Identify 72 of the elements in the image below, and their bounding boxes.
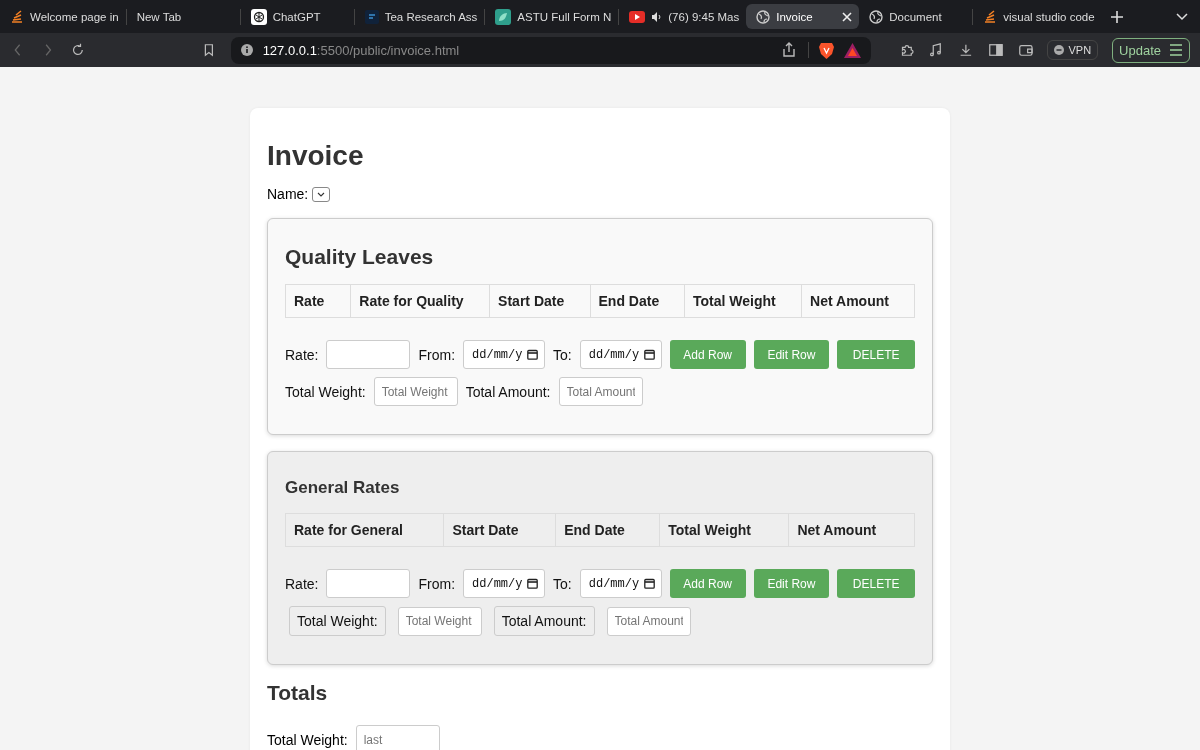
field-label: Total Weight: bbox=[289, 606, 386, 636]
field-label: Rate: bbox=[285, 575, 319, 592]
column-header: Start Date bbox=[443, 513, 557, 547]
browser-tab[interactable]: ChatGPT bbox=[240, 4, 354, 29]
column-header: End Date bbox=[555, 513, 661, 547]
chevron-icon bbox=[317, 191, 326, 197]
rate-field[interactable] bbox=[326, 340, 411, 369]
name-dropdown[interactable] bbox=[312, 186, 331, 202]
globe-icon bbox=[869, 9, 884, 24]
totals-field[interactable]: last bbox=[355, 725, 440, 750]
leaf-icon bbox=[495, 8, 512, 25]
weight-field[interactable]: Total Weight bbox=[373, 377, 458, 406]
calendar-icon[interactable] bbox=[643, 349, 655, 360]
field-label: Total Amount: bbox=[465, 383, 551, 400]
date-field[interactable]: dd/mm/y bbox=[579, 340, 662, 369]
globe-icon bbox=[756, 9, 771, 24]
column-header: Net Amount bbox=[788, 513, 915, 547]
knot-icon bbox=[250, 8, 267, 25]
info-icon[interactable] bbox=[240, 44, 253, 56]
calendar-icon[interactable] bbox=[527, 349, 539, 360]
video-icon bbox=[629, 10, 646, 23]
close-icon[interactable] bbox=[842, 11, 853, 22]
url-text: 127.0.0.1:5500/public/invoice.html bbox=[262, 42, 460, 58]
rate-field[interactable] bbox=[326, 569, 411, 598]
field-label: Total Weight: bbox=[285, 383, 366, 400]
date-field[interactable]: dd/mm/y bbox=[463, 340, 546, 369]
weight-field[interactable]: Total Weight bbox=[397, 606, 482, 636]
column-header: Rate for General bbox=[285, 513, 445, 547]
browser-tab[interactable]: ASTU Full Form N bbox=[485, 4, 619, 29]
browser-tab[interactable]: visual studio code bbox=[973, 4, 1102, 29]
column-header: Total Weight bbox=[684, 284, 803, 318]
section-title: General Rates bbox=[285, 478, 401, 498]
column-header: Start Date bbox=[489, 284, 591, 318]
column-header: Net Amount bbox=[801, 284, 915, 318]
field-label: To: bbox=[553, 346, 572, 363]
page-title: Invoice bbox=[267, 140, 365, 172]
field-label: Total Amount: bbox=[493, 606, 595, 636]
column-header: End Date bbox=[589, 284, 686, 318]
sidebar-icon[interactable] bbox=[987, 41, 1004, 59]
minus-circle-icon bbox=[1054, 45, 1065, 55]
stack-icon bbox=[10, 9, 24, 24]
browser-tab[interactable]: Invoice bbox=[746, 4, 860, 29]
field-label: Name: bbox=[267, 186, 309, 202]
column-header: Rate for Quality bbox=[350, 284, 491, 318]
square-icon bbox=[364, 9, 379, 24]
calendar-icon[interactable] bbox=[643, 578, 655, 589]
field-label: From: bbox=[418, 346, 456, 363]
update-button[interactable]: Update bbox=[1112, 37, 1190, 63]
browser-tab[interactable]: (76) 9:45 Mas bbox=[619, 4, 747, 29]
column-header: Total Weight bbox=[659, 513, 790, 547]
field-label: To: bbox=[553, 575, 572, 592]
field-label: Rate: bbox=[285, 346, 319, 363]
browser-tab[interactable]: New Tab bbox=[126, 4, 240, 29]
calendar-icon[interactable] bbox=[527, 578, 539, 589]
browser-tab[interactable]: Tea Research Ass bbox=[354, 4, 485, 29]
triangle-icon[interactable] bbox=[843, 42, 861, 58]
date-field[interactable]: dd/mm/y bbox=[463, 569, 546, 598]
browser-tab[interactable]: Document bbox=[859, 4, 973, 29]
date-field[interactable]: dd/mm/y bbox=[579, 569, 662, 598]
address-bar[interactable]: 127.0.0.1:5500/public/invoice.html bbox=[230, 36, 871, 64]
stack-icon bbox=[983, 9, 998, 24]
totals-title: Totals bbox=[267, 681, 329, 705]
speaker-icon bbox=[651, 11, 663, 22]
column-header: Rate bbox=[285, 284, 352, 318]
browser-tab[interactable]: Welcome page in bbox=[0, 4, 126, 29]
new-tab-icon[interactable] bbox=[1109, 9, 1124, 24]
vpn-button[interactable]: VPN bbox=[1047, 40, 1099, 60]
field-label: Total Weight: bbox=[267, 731, 348, 748]
chevron-icon[interactable] bbox=[1176, 12, 1188, 21]
menu-icon bbox=[1169, 44, 1183, 56]
field-label: From: bbox=[418, 575, 456, 592]
section-title: Quality Leaves bbox=[285, 245, 435, 269]
